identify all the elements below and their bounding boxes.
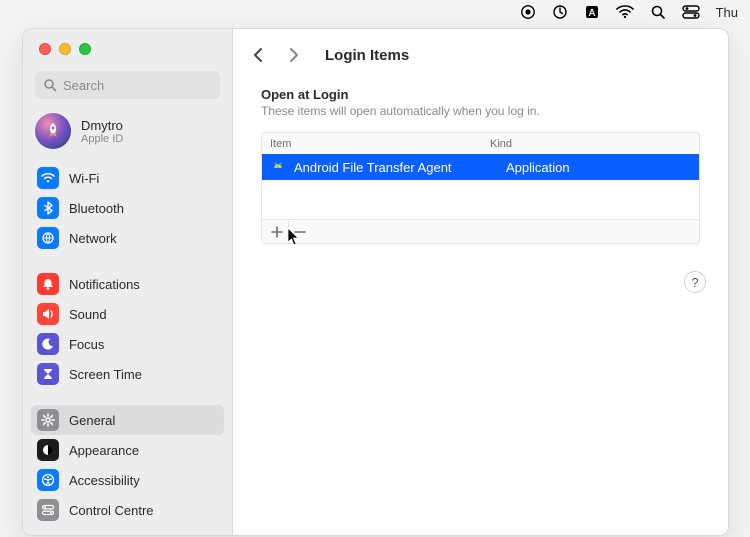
menubar: A Thu — [0, 0, 750, 24]
sidebar-item-label: General — [69, 413, 115, 428]
search-icon — [43, 78, 57, 92]
accessibility-icon — [37, 469, 59, 491]
sidebar-item-label: Accessibility — [69, 473, 140, 488]
wifi-icon — [37, 167, 59, 189]
sidebar-item-sound[interactable]: Sound — [31, 299, 224, 329]
sidebar-item-label: Appearance — [69, 443, 139, 458]
hourglass-icon — [37, 363, 59, 385]
titlebar: Login Items — [233, 29, 728, 81]
search-input[interactable]: Search — [35, 71, 220, 99]
sidebar-item-label: Control Centre — [69, 503, 154, 518]
window-controls — [23, 29, 232, 65]
sidebar-item-accessibility[interactable]: Accessibility — [31, 465, 224, 495]
sidebar-item-label: Notifications — [69, 277, 140, 292]
nav-back-button[interactable] — [247, 44, 269, 66]
gear-icon — [37, 409, 59, 431]
remove-item-button[interactable] — [288, 221, 310, 243]
table-footer — [261, 220, 700, 244]
table-row[interactable]: Android File Transfer AgentApplication — [262, 154, 699, 180]
profile-sub: Apple ID — [81, 133, 123, 145]
sidebar-item-bluetooth[interactable]: Bluetooth — [31, 193, 224, 223]
sidebar-item-appearance[interactable]: Appearance — [31, 435, 224, 465]
menu-input-source-icon[interactable]: A — [584, 4, 600, 20]
sidebar-item-label: Sound — [69, 307, 107, 322]
section-title: Open at Login — [261, 87, 700, 102]
bluetooth-icon — [37, 197, 59, 219]
sidebar-item-label: Bluetooth — [69, 201, 124, 216]
section-subtitle: These items will open automatically when… — [261, 104, 700, 118]
profile-name: Dmytro — [81, 118, 123, 133]
menu-record-icon[interactable] — [520, 4, 536, 20]
menu-control-centre-icon[interactable] — [682, 5, 700, 19]
column-item[interactable]: Item — [262, 138, 482, 150]
zoom-window-button[interactable] — [79, 43, 91, 55]
moon-icon — [37, 333, 59, 355]
switches-icon — [37, 499, 59, 521]
content-pane: Login Items Open at Login These items wi… — [233, 29, 728, 535]
menu-timemachine-icon[interactable] — [552, 4, 568, 20]
nav-forward-button[interactable] — [283, 44, 305, 66]
bell-icon — [37, 273, 59, 295]
sidebar-item-label: Focus — [69, 337, 104, 352]
sidebar-item-label: Wi-Fi — [69, 171, 99, 186]
table-header: Item Kind — [261, 132, 700, 154]
row-item-kind: Application — [498, 160, 699, 175]
row-item-name: Android File Transfer Agent — [294, 160, 498, 175]
sidebar: Search Dmytro Apple ID Wi-Fi Bluetooth Net… — [23, 29, 233, 535]
add-item-button[interactable] — [266, 221, 288, 243]
sidebar-item-label: Network — [69, 231, 117, 246]
sidebar-item-general[interactable]: General — [31, 405, 224, 435]
avatar — [35, 113, 71, 149]
menu-date[interactable]: Thu — [716, 5, 738, 20]
globe-icon — [37, 227, 59, 249]
page-title: Login Items — [325, 47, 409, 64]
help-button[interactable]: ? — [684, 271, 706, 293]
apple-id-row[interactable]: Dmytro Apple ID — [23, 103, 232, 163]
svg-text:A: A — [588, 8, 595, 19]
sidebar-item-controlcentre[interactable]: Control Centre — [31, 495, 224, 525]
sidebar-item-focus[interactable]: Focus — [31, 329, 224, 359]
rocket-icon — [42, 120, 64, 142]
column-kind[interactable]: Kind — [482, 138, 699, 150]
appearance-icon — [37, 439, 59, 461]
android-icon — [270, 159, 286, 175]
login-items-table: Item Kind Android File Transfer AgentApp… — [261, 132, 700, 244]
sidebar-item-screentime[interactable]: Screen Time — [31, 359, 224, 389]
sidebar-item-network[interactable]: Network — [31, 223, 224, 253]
speaker-icon — [37, 303, 59, 325]
sidebar-item-wifi[interactable]: Wi-Fi — [31, 163, 224, 193]
menu-spotlight-icon[interactable] — [650, 4, 666, 20]
minimize-window-button[interactable] — [59, 43, 71, 55]
search-placeholder: Search — [63, 78, 104, 93]
close-window-button[interactable] — [39, 43, 51, 55]
menu-wifi-icon[interactable] — [616, 5, 634, 19]
sidebar-item-label: Screen Time — [69, 367, 142, 382]
sidebar-item-notifications[interactable]: Notifications — [31, 269, 224, 299]
settings-window: Search Dmytro Apple ID Wi-Fi Bluetooth Net… — [22, 28, 729, 536]
